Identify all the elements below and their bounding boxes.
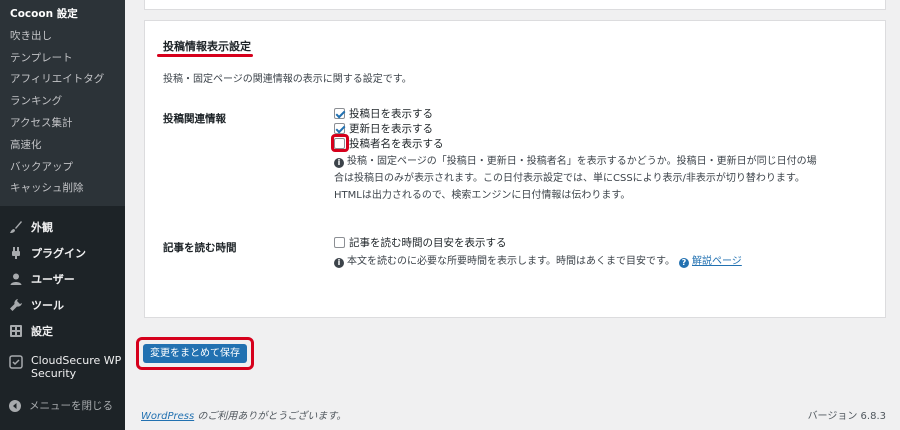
info-icon: i [334, 258, 344, 268]
show-post-date-label: 投稿日を表示する [349, 108, 433, 120]
post-info-help: i 投稿・固定ページの「投稿日・更新日・投稿者名」を表示するかどうか。投稿日・更新… [334, 153, 817, 204]
submenu-item-cache-clear[interactable]: キャッシュ削除 [0, 178, 125, 200]
explanation-page-link[interactable]: 解説ページ [692, 256, 742, 267]
post-info-help-line1: 投稿・固定ページの「投稿日・更新日・投稿者名」を表示するかどうか。投稿日・更新日… [347, 156, 817, 167]
submenu-item-template[interactable]: テンプレート [0, 48, 125, 70]
paintbrush-icon [8, 219, 24, 235]
reading-time-help-text: 本文を読むのに必要な所要時間を表示します。時間はあくまで目安です。 [347, 256, 675, 267]
post-info-help-line2: 合は投稿日のみが表示されます。この日付表示設定では、単にCSSにより表示/非表示… [334, 173, 805, 184]
show-author-label: 投稿者名を表示する [349, 138, 444, 150]
settings-icon [8, 323, 24, 339]
info-icon: i [334, 158, 344, 168]
shield-icon [8, 354, 24, 370]
menu-item-label: 外観 [31, 221, 53, 235]
collapse-icon [8, 399, 22, 413]
show-reading-time-checkbox[interactable] [334, 237, 345, 248]
post-info-help-line3: HTMLは出力されるので、検索エンジンに日付情報は伝わります。 [334, 190, 631, 201]
admin-sidebar: Cocoon 設定 吹き出し テンプレート アフィリエイトタグ ランキング アク… [0, 0, 125, 430]
cloudsecure-label-line2: Security [31, 367, 77, 381]
users-icon [8, 271, 24, 287]
menu-item-label: ユーザー [31, 273, 75, 287]
cloudsecure-label-line1: CloudSecure WP [31, 354, 122, 368]
show-update-date-label: 更新日を表示する [349, 123, 433, 135]
previous-settings-panel [144, 0, 886, 10]
menu-item-tools[interactable]: ツール [0, 292, 125, 318]
menu-item-appearance[interactable]: 外観 [0, 214, 125, 240]
section-description: 投稿・固定ページの関連情報の表示に関する設定です。 [163, 74, 412, 85]
author-checkbox-highlight [331, 134, 349, 152]
help-question-icon: ? [679, 258, 689, 268]
footer-thanks: WordPress のご利用ありがとうございます。 [141, 407, 346, 422]
submenu-item-access[interactable]: アクセス集計 [0, 113, 125, 135]
save-button-highlight: 変更をまとめて保存 [136, 337, 254, 370]
show-update-date-checkbox[interactable] [334, 123, 345, 134]
footer-version: バージョン 6.8.3 [807, 411, 886, 422]
reading-time-label: 記事を読む時間 [163, 242, 237, 254]
wordpress-link[interactable]: WordPress [141, 411, 194, 422]
menu-item-users[interactable]: ユーザー [0, 266, 125, 292]
footer-thanks-text: のご利用ありがとうございます。 [194, 411, 347, 422]
menu-item-plugins[interactable]: プラグイン [0, 240, 125, 266]
menu-item-cloudsecure[interactable]: CloudSecure WP Security [0, 350, 125, 386]
cocoon-submenu: Cocoon 設定 吹き出し テンプレート アフィリエイトタグ ランキング アク… [0, 0, 125, 207]
plugin-icon [8, 245, 24, 261]
show-author-option[interactable]: 投稿者名を表示する [334, 136, 444, 151]
show-reading-time-option[interactable]: 記事を読む時間の目安を表示する [334, 235, 507, 250]
save-all-button[interactable]: 変更をまとめて保存 [143, 344, 247, 363]
show-post-date-option[interactable]: 投稿日を表示する [334, 106, 433, 121]
menu-item-label: プラグイン [31, 247, 86, 261]
show-update-date-option[interactable]: 更新日を表示する [334, 121, 433, 136]
show-reading-time-label: 記事を読む時間の目安を表示する [349, 237, 507, 249]
menu-item-label: CloudSecure WP Security [31, 354, 121, 380]
title-highlight-underline [157, 54, 253, 57]
post-info-label: 投稿関連情報 [163, 113, 226, 125]
submenu-item-ranking[interactable]: ランキング [0, 91, 125, 113]
submenu-item-speed[interactable]: 高速化 [0, 135, 125, 157]
submenu-item-backup[interactable]: バックアップ [0, 157, 125, 179]
post-info-settings-panel: 投稿情報表示設定 投稿・固定ページの関連情報の表示に関する設定です。 投稿関連情… [144, 20, 886, 318]
submenu-item-settings[interactable]: Cocoon 設定 [0, 4, 125, 26]
section-title: 投稿情報表示設定 [163, 40, 251, 53]
reading-time-help: i 本文を読むのに必要な所要時間を表示します。時間はあくまで目安です。? 解説ページ [334, 253, 742, 270]
wrench-icon [8, 297, 24, 313]
menu-item-label: ツール [31, 299, 64, 313]
collapse-menu-label: メニューを閉じる [29, 400, 113, 412]
submenu-item-affiliate-tag[interactable]: アフィリエイトタグ [0, 69, 125, 91]
submenu-item-balloon[interactable]: 吹き出し [0, 26, 125, 48]
collapse-menu-button[interactable]: メニューを閉じる [8, 398, 113, 413]
menu-item-settings[interactable]: 設定 [0, 318, 125, 344]
show-post-date-checkbox[interactable] [334, 108, 345, 119]
menu-item-label: 設定 [31, 325, 53, 339]
